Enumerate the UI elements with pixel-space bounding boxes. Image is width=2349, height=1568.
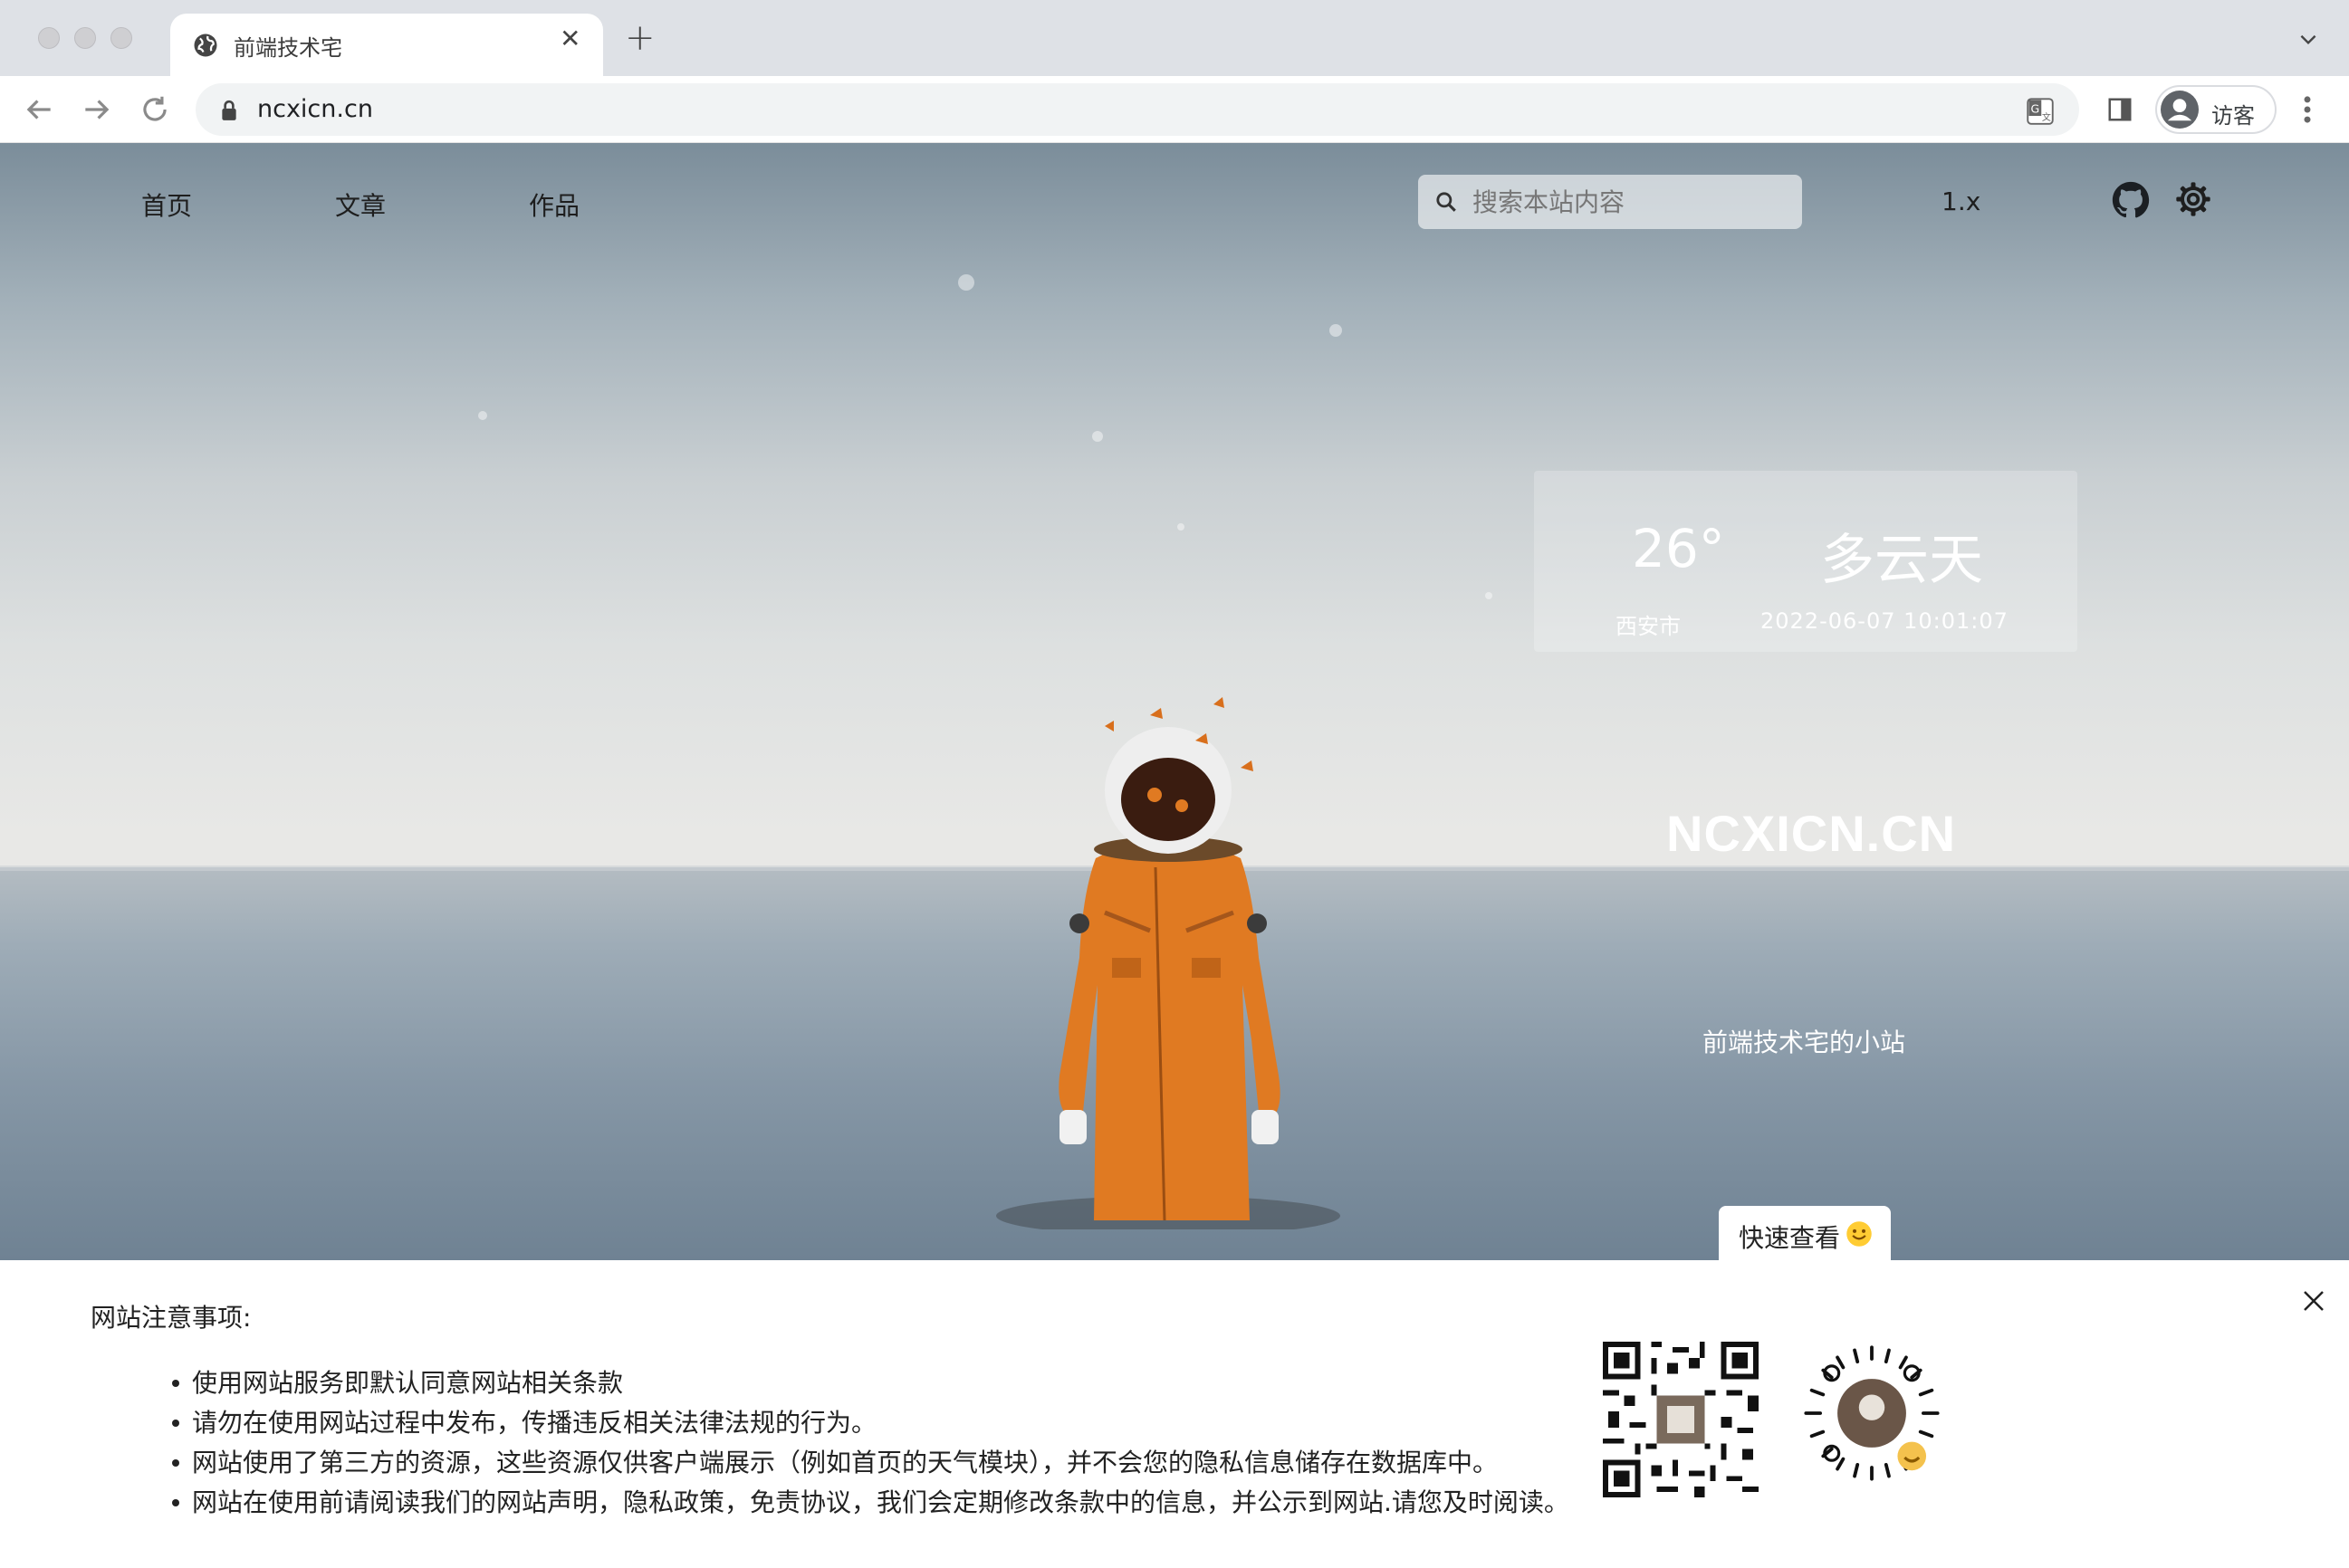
notice-item: 请勿在使用网站过程中发布，传播违反相关法律法规的行为。 — [172, 1403, 1569, 1443]
forward-icon[interactable] — [80, 92, 114, 127]
globe-icon — [194, 33, 217, 57]
site-search[interactable] — [1418, 175, 1802, 229]
nav-works-link[interactable]: 作品 — [529, 186, 580, 223]
tab-title: 前端技术宅 — [234, 35, 342, 61]
astronaut-illustration — [996, 697, 1340, 1229]
window-close-button[interactable] — [38, 27, 60, 49]
svg-text:G: G — [2031, 101, 2040, 115]
weather-city: 西安市 — [1616, 614, 1681, 639]
weather-widget: 26° 多云天 西安市 2022-06-07 10:01:07 — [1534, 471, 2077, 652]
nav-articles-link[interactable]: 文章 — [335, 186, 386, 223]
url-text[interactable]: ncxicn.cn — [257, 95, 373, 123]
quick-view-button[interactable]: 快速查看 — [1719, 1206, 1891, 1260]
chevron-down-icon[interactable] — [2296, 27, 2320, 51]
browser-toolbar: ncxicn.cn G 文 访客 — [0, 76, 2349, 143]
back-icon[interactable] — [22, 92, 56, 127]
side-panel-icon[interactable] — [2106, 96, 2133, 123]
reload-icon[interactable] — [138, 92, 172, 127]
window-minimize-button[interactable] — [74, 27, 96, 49]
profile-label: 访客 — [2211, 103, 2255, 129]
dust-speck — [1329, 324, 1342, 337]
address-bar[interactable]: ncxicn.cn G 文 — [196, 83, 2079, 136]
nav-home-link[interactable]: 首页 — [141, 186, 192, 223]
search-input[interactable] — [1472, 175, 1789, 229]
notice-item: 使用网站服务即默认同意网站相关条款 — [172, 1363, 1569, 1403]
brand-subtitle: 前端技术宅的小站 — [1702, 1028, 1906, 1057]
weather-condition: 多云天 — [1820, 529, 1983, 592]
window-zoom-button[interactable] — [110, 27, 132, 49]
mini-program-code-icon — [1801, 1343, 1942, 1484]
tab-close-icon[interactable]: ✕ — [560, 26, 580, 52]
notice-title: 网站注意事项: — [91, 1303, 252, 1333]
notice-item: 网站在使用前请阅读我们的网站声明，隐私政策，免责协议，我们会定期修改条款中的信息… — [172, 1483, 1569, 1523]
lock-icon[interactable] — [219, 100, 239, 121]
hero-section: 首页 文章 作品 1.x 26° 多云天 西安市 2022-06-07 10: — [0, 143, 2349, 1260]
browser-tab[interactable]: 前端技术宅 ✕ — [170, 14, 603, 76]
quick-view-label: 快速查看 — [1739, 1223, 1841, 1253]
translate-icon[interactable]: G 文 — [2027, 98, 2054, 125]
profile-button[interactable]: 访客 — [2155, 85, 2277, 134]
browser-tab-strip: 前端技术宅 ✕ + — [0, 0, 2349, 76]
avatar-icon — [2161, 91, 2199, 129]
smile-icon — [1846, 1221, 1872, 1247]
dust-speck — [478, 411, 487, 420]
qr-code-icon — [1603, 1342, 1759, 1497]
github-icon[interactable] — [2112, 181, 2150, 219]
version-link[interactable]: 1.x — [1942, 186, 1980, 216]
brand-title: NCXICN.CN — [1666, 805, 1957, 862]
more-vert-icon[interactable] — [2298, 92, 2316, 127]
dust-speck — [1177, 523, 1184, 531]
dust-speck — [958, 274, 974, 291]
notice-list: 使用网站服务即默认同意网站相关条款 请勿在使用网站过程中发布，传播违反相关法律法… — [172, 1363, 1569, 1523]
close-icon[interactable] — [2300, 1287, 2327, 1315]
weather-datetime: 2022-06-07 10:01:07 — [1760, 608, 2009, 634]
dust-speck — [1092, 431, 1103, 442]
svg-text:文: 文 — [2042, 111, 2051, 123]
notice-item: 网站使用了第三方的资源，这些资源仅供客户端展示（例如首页的天气模块），并不会您的… — [172, 1443, 1569, 1483]
new-tab-icon[interactable]: + — [625, 20, 656, 56]
site-notice-panel: 网站注意事项: 使用网站服务即默认同意网站相关条款 请勿在使用网站过程中发布，传… — [0, 1260, 2349, 1568]
weather-temperature: 26° — [1632, 518, 1725, 579]
gear-icon[interactable] — [2175, 181, 2211, 217]
search-icon — [1436, 192, 1456, 212]
dust-speck — [1485, 592, 1492, 599]
